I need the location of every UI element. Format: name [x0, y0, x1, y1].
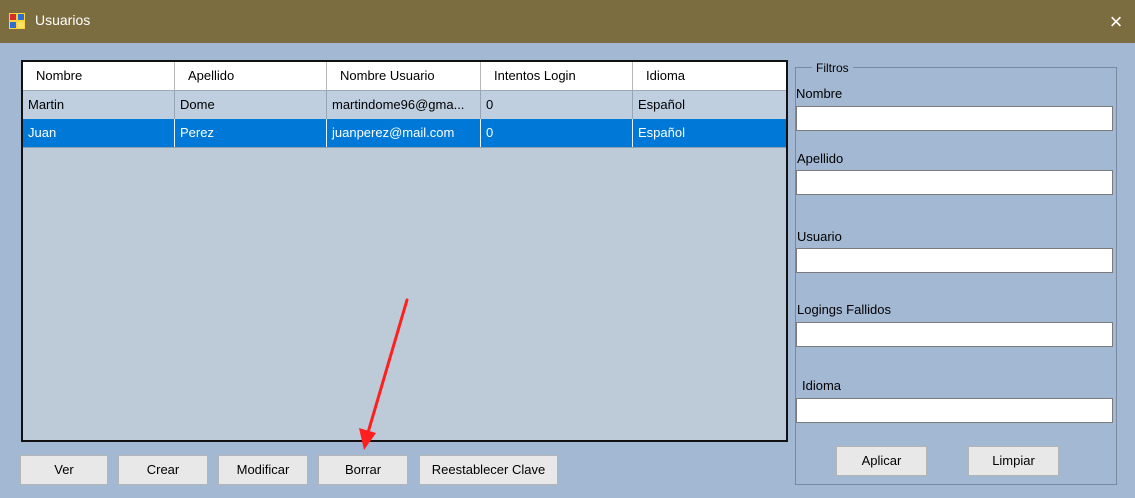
- filter-idioma-input[interactable]: [796, 398, 1113, 423]
- filter-label-usuario: Usuario: [797, 229, 842, 244]
- filter-label-apellido: Apellido: [797, 151, 844, 166]
- ver-button[interactable]: Ver: [20, 455, 108, 485]
- limpiar-button[interactable]: Limpiar: [968, 446, 1059, 476]
- users-data-grid[interactable]: Nombre Apellido Nombre Usuario Intentos …: [21, 60, 788, 442]
- cell-nombre[interactable]: Juan: [23, 119, 175, 147]
- column-header-apellido[interactable]: Apellido: [175, 62, 327, 90]
- filter-label-logings-fallidos: Logings Fallidos: [797, 302, 891, 317]
- cell-nombre-usuario[interactable]: juanperez@mail.com: [327, 119, 481, 147]
- filter-label-nombre: Nombre: [796, 86, 843, 101]
- filters-title: Filtros: [812, 61, 853, 75]
- reestablecer-clave-button[interactable]: Reestablecer Clave: [419, 455, 558, 485]
- cell-nombre-usuario[interactable]: martindome96@gma...: [327, 91, 481, 119]
- filter-usuario-input[interactable]: [796, 248, 1113, 273]
- cell-idioma[interactable]: Español: [633, 119, 786, 147]
- column-header-nombre-usuario[interactable]: Nombre Usuario: [327, 62, 481, 90]
- aplicar-button[interactable]: Aplicar: [836, 446, 927, 476]
- cell-apellido[interactable]: Dome: [175, 91, 327, 119]
- filter-apellido-input[interactable]: [796, 170, 1113, 195]
- cell-intentos-login[interactable]: 0: [481, 91, 633, 119]
- modificar-button[interactable]: Modificar: [218, 455, 308, 485]
- title-bar: Usuarios ×: [0, 0, 1135, 43]
- column-header-idioma[interactable]: Idioma: [633, 62, 786, 90]
- filter-logings-fallidos-input[interactable]: [796, 322, 1113, 347]
- filter-nombre-input[interactable]: [796, 106, 1113, 131]
- borrar-button[interactable]: Borrar: [318, 455, 408, 485]
- usuarios-window: Usuarios × Nombre Apellido Nombre Usuari…: [0, 0, 1135, 498]
- table-row-selected[interactable]: Juan Perez juanperez@mail.com 0 Español: [23, 119, 786, 148]
- table-row[interactable]: Martin Dome martindome96@gma... 0 Españo…: [23, 91, 786, 120]
- app-window-icon: [9, 13, 25, 29]
- column-header-nombre[interactable]: Nombre: [23, 62, 175, 90]
- filter-label-idioma: Idioma: [802, 378, 842, 393]
- cell-idioma[interactable]: Español: [633, 91, 786, 119]
- column-header-intentos-login[interactable]: Intentos Login: [481, 62, 633, 90]
- close-icon[interactable]: ×: [1097, 0, 1135, 43]
- window-title: Usuarios: [35, 12, 91, 28]
- grid-header: Nombre Apellido Nombre Usuario Intentos …: [23, 62, 786, 91]
- cell-nombre[interactable]: Martin: [23, 91, 175, 119]
- crear-button[interactable]: Crear: [118, 455, 208, 485]
- cell-apellido[interactable]: Perez: [175, 119, 327, 147]
- cell-intentos-login[interactable]: 0: [481, 119, 633, 147]
